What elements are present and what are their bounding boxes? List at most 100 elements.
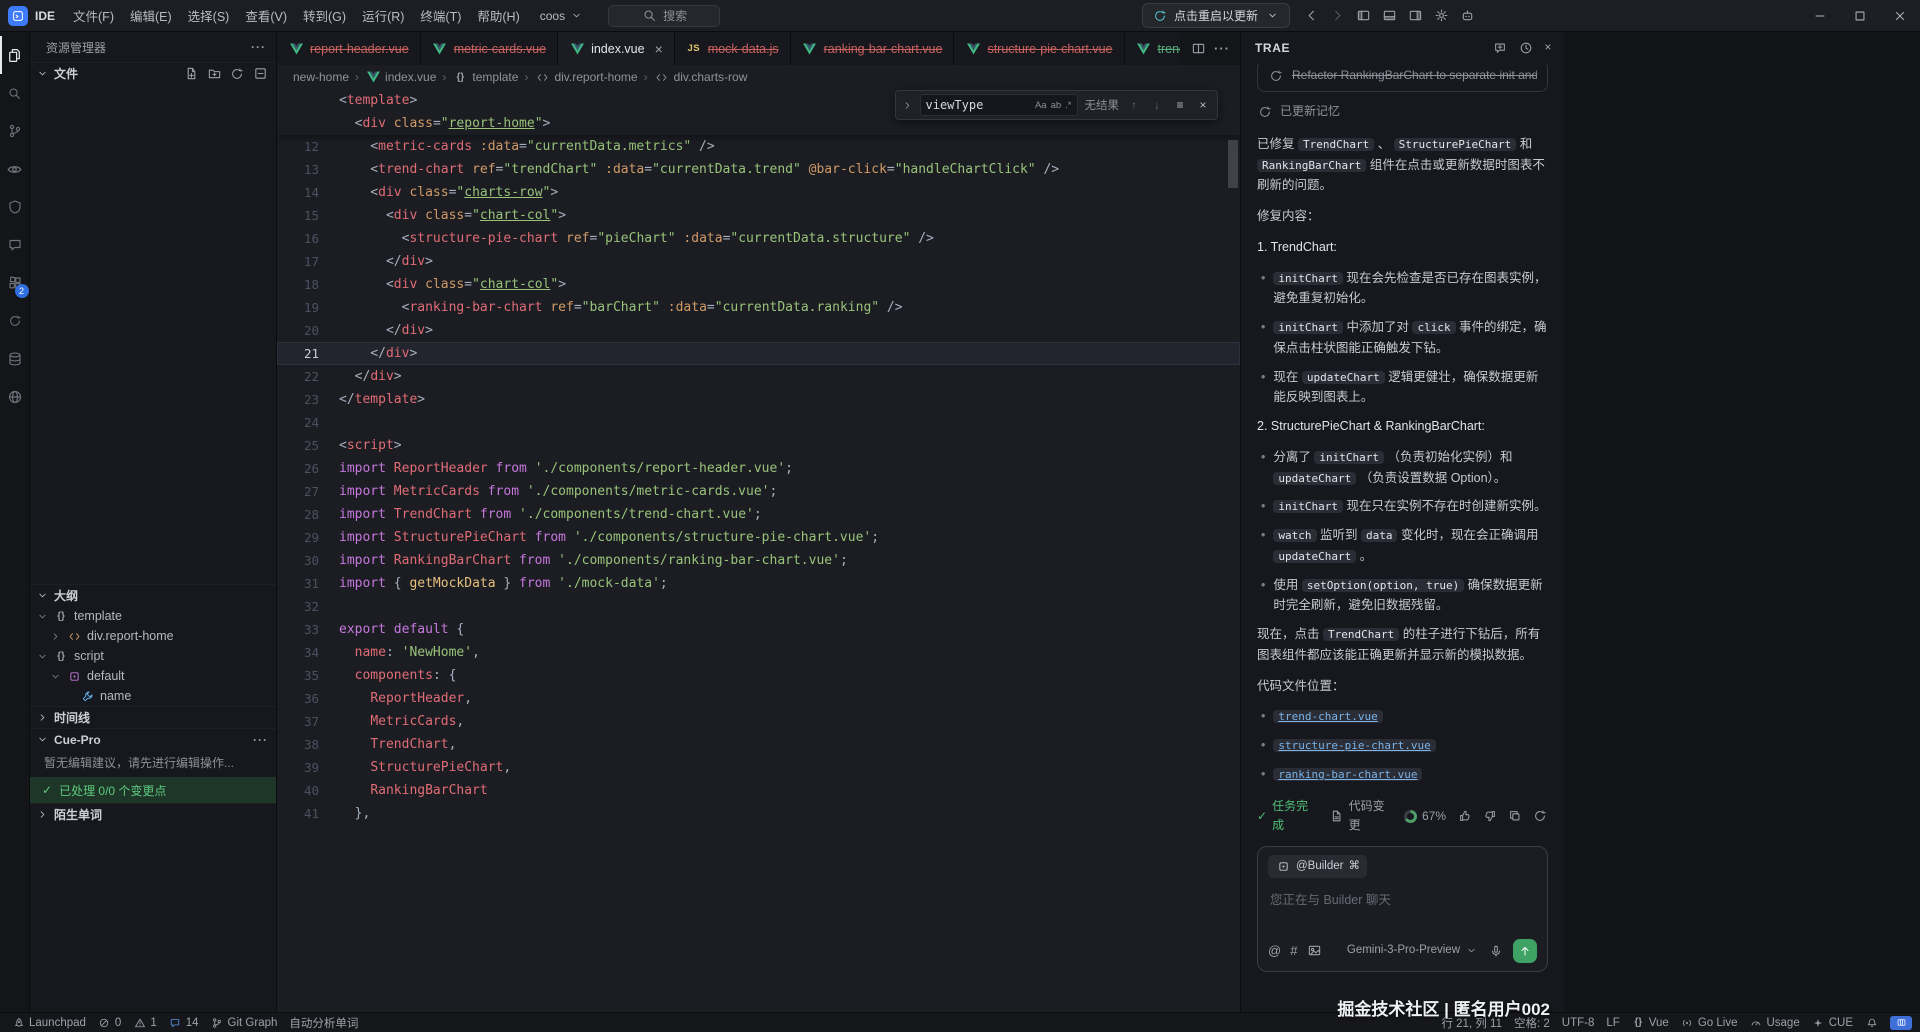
- new-file-icon[interactable]: [183, 66, 199, 82]
- activity-explorer-icon[interactable]: [0, 36, 30, 74]
- collapse-all-icon[interactable]: [252, 66, 268, 82]
- context-icon[interactable]: #: [1290, 940, 1297, 962]
- menu-item[interactable]: 运行(R): [354, 3, 412, 28]
- thumbs-up-icon[interactable]: [1457, 808, 1473, 824]
- code-line-19[interactable]: 19 <ranking-bar-chart ref="barChart" :da…: [277, 296, 1240, 319]
- outline-item-script[interactable]: {} script: [30, 646, 276, 666]
- code-line-38[interactable]: 38 TrendChart,: [277, 733, 1240, 756]
- code-line-37[interactable]: 37 MetricCards,: [277, 710, 1240, 733]
- find-next-icon[interactable]: ↓: [1149, 98, 1165, 112]
- code-line-22[interactable]: 22 </div>: [277, 365, 1240, 388]
- restart-update-button[interactable]: 点击重启以更新: [1142, 3, 1290, 28]
- mic-icon[interactable]: [1488, 943, 1504, 959]
- breadcrumb-item[interactable]: new-home: [293, 70, 349, 84]
- nav-forward-icon[interactable]: [1324, 3, 1350, 29]
- tab-mock-data.js[interactable]: JS mock-data.js: [675, 32, 791, 65]
- code-line-16[interactable]: 16 <structure-pie-chart ref="pieChart" :…: [277, 227, 1240, 250]
- menu-item[interactable]: 转到(G): [295, 3, 354, 28]
- code-line-36[interactable]: 36 ReportHeader,: [277, 687, 1240, 710]
- toggle-secondary-sidebar-icon[interactable]: [1402, 3, 1428, 29]
- send-button[interactable]: [1513, 939, 1537, 963]
- tab-trend-chart.vue[interactable]: trend-chart.vue: [1125, 32, 1180, 65]
- thumbs-down-icon[interactable]: [1482, 808, 1498, 824]
- cuepro-processed-banner[interactable]: ✓ 已处理 0/0 个变更点: [30, 777, 276, 803]
- status-item[interactable]: CUE: [1806, 1013, 1859, 1032]
- code-line-23[interactable]: 23</template>: [277, 388, 1240, 411]
- code-line-26[interactable]: 26import ReportHeader from './components…: [277, 457, 1240, 480]
- activity-search-icon[interactable]: [0, 74, 30, 112]
- code-changes[interactable]: 代码变更: [1328, 797, 1393, 837]
- match-case-icon[interactable]: Aa: [1035, 100, 1047, 111]
- status-item[interactable]: Usage: [1743, 1013, 1805, 1032]
- breadcrumb-item[interactable]: div.charts-row: [654, 69, 748, 85]
- tab-close-icon[interactable]: ×: [655, 41, 663, 57]
- code-line-33[interactable]: 33export default {: [277, 618, 1240, 641]
- code-line-21[interactable]: 21 </div>: [277, 342, 1240, 365]
- code-line-12[interactable]: 12 <metric-cards :data="currentData.metr…: [277, 135, 1240, 158]
- menu-item[interactable]: 选择(S): [180, 3, 238, 28]
- find-in-selection-icon[interactable]: ≡: [1172, 98, 1188, 112]
- tab-metric-cards.vue[interactable]: metric-cards.vue: [421, 32, 558, 65]
- status-item[interactable]: Launchpad: [6, 1013, 92, 1032]
- code-line-20[interactable]: 20 </div>: [277, 319, 1240, 342]
- code-line-18[interactable]: 18 <div class="chart-col">: [277, 273, 1240, 296]
- workspace-switcher[interactable]: coos: [532, 5, 592, 27]
- app-logo-icon[interactable]: [8, 6, 28, 26]
- code-line-15[interactable]: 15 <div class="chart-col">: [277, 204, 1240, 227]
- status-item[interactable]: Git Graph: [205, 1013, 284, 1032]
- window-minimize-button[interactable]: [1800, 0, 1840, 32]
- activity-database-icon[interactable]: [0, 340, 30, 378]
- tab-report-header.vue[interactable]: report-header.vue: [277, 32, 421, 65]
- status-item[interactable]: LF: [1600, 1013, 1625, 1032]
- file-tree[interactable]: [30, 84, 276, 584]
- cuepro-more-icon[interactable]: ···: [253, 733, 268, 747]
- code-line-32[interactable]: 32: [277, 595, 1240, 618]
- nav-back-icon[interactable]: [1298, 3, 1324, 29]
- image-icon[interactable]: [1306, 943, 1322, 959]
- model-selector[interactable]: Gemini-3-Pro-Preview: [1347, 941, 1479, 960]
- code-line-14[interactable]: 14 <div class="charts-row">: [277, 181, 1240, 204]
- regex-icon[interactable]: .*: [1065, 100, 1071, 111]
- find-expand-icon[interactable]: [902, 100, 913, 111]
- status-item[interactable]: Go Live: [1675, 1013, 1744, 1032]
- activity-chat-icon[interactable]: [0, 226, 30, 264]
- status-item[interactable]: 自动分析单词: [283, 1013, 364, 1032]
- code-line-35[interactable]: 35 components: {: [277, 664, 1240, 687]
- split-editor-icon[interactable]: [1190, 41, 1206, 57]
- status-item[interactable]: {}Vue: [1626, 1013, 1675, 1032]
- toggle-panel-icon[interactable]: [1376, 3, 1402, 29]
- code-line-29[interactable]: 29import StructurePieChart from './compo…: [277, 526, 1240, 549]
- outline-item-name[interactable]: name: [30, 686, 276, 706]
- menu-item[interactable]: 帮助(H): [469, 3, 527, 28]
- new-chat-icon[interactable]: [1492, 40, 1508, 56]
- settings-gear-icon[interactable]: [1428, 3, 1454, 29]
- mention-icon[interactable]: @: [1268, 940, 1281, 962]
- close-panel-icon[interactable]: ×: [1544, 40, 1552, 56]
- editor-scrollbar[interactable]: [1228, 140, 1238, 188]
- history-icon[interactable]: [1518, 40, 1534, 56]
- tab-ranking-bar-chart.vue[interactable]: ranking-bar-chart.vue: [791, 32, 955, 65]
- agent-chip[interactable]: @Builder ⌘: [1268, 855, 1367, 878]
- menu-item[interactable]: 编辑(E): [122, 3, 180, 28]
- find-close-icon[interactable]: ×: [1195, 98, 1211, 112]
- tab-index.vue[interactable]: index.vue ×: [558, 32, 675, 65]
- code-line-27[interactable]: 27import MetricCards from './components/…: [277, 480, 1240, 503]
- code-line-28[interactable]: 28import TrendChart from './components/t…: [277, 503, 1240, 526]
- find-input[interactable]: viewType Aa ab .*: [920, 94, 1078, 116]
- sidebar-more-icon[interactable]: ···: [251, 40, 266, 54]
- retry-icon[interactable]: [1532, 808, 1548, 824]
- remote-indicator[interactable]: [1890, 1016, 1912, 1030]
- global-search[interactable]: 搜索: [608, 5, 720, 27]
- breadcrumb-item[interactable]: {}template: [452, 69, 518, 85]
- completed-task-item[interactable]: Refactor RankingBarChart to separate ini…: [1257, 64, 1548, 92]
- code-line-25[interactable]: 25<script>: [277, 434, 1240, 457]
- cuepro-section-header[interactable]: Cue-Pro ···: [30, 728, 276, 750]
- code-line-30[interactable]: 30import RankingBarChart from './compone…: [277, 549, 1240, 572]
- code-line-40[interactable]: 40 RankingBarChart: [277, 779, 1240, 802]
- status-item[interactable]: 1: [127, 1013, 162, 1032]
- window-close-button[interactable]: [1880, 0, 1920, 32]
- files-section-header[interactable]: 文件: [30, 62, 276, 84]
- words-section-header[interactable]: 陌生单词: [30, 803, 276, 825]
- outline-item-default[interactable]: default: [30, 666, 276, 686]
- breadcrumb-item[interactable]: div.report-home: [534, 69, 637, 85]
